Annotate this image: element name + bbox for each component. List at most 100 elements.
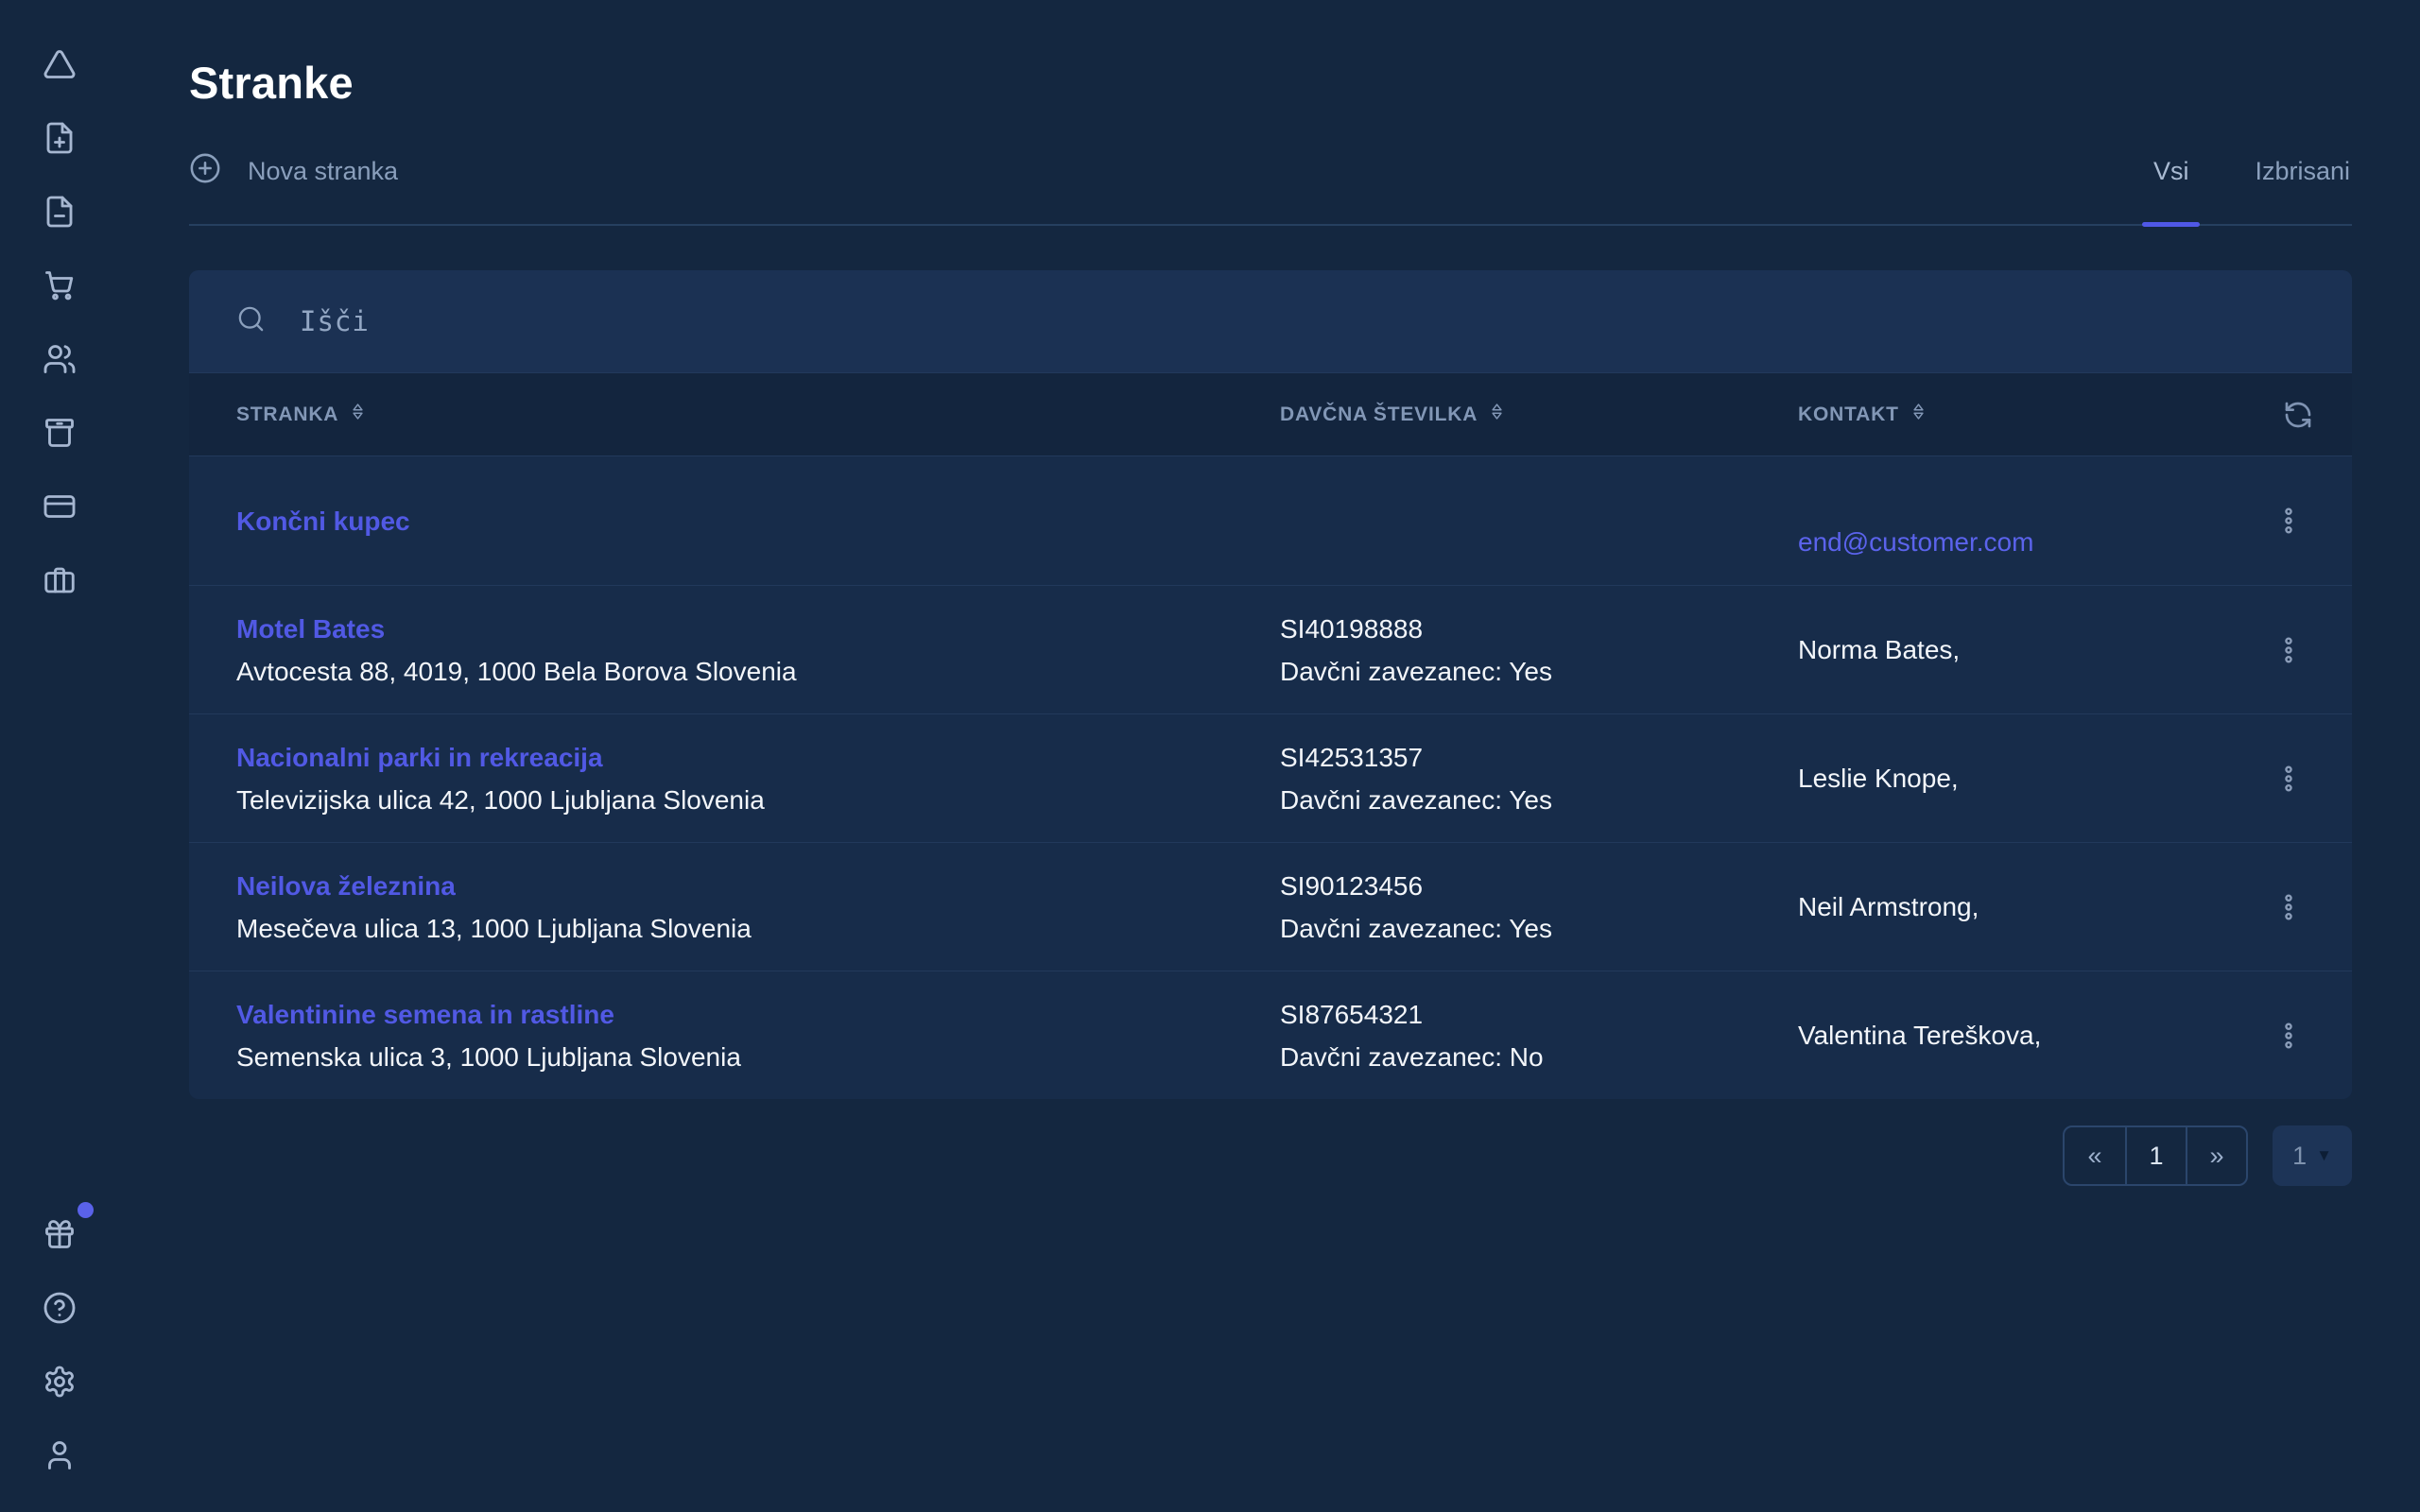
tab-vsi[interactable]: Vsi [2152, 118, 2191, 224]
sidebar-item-gift[interactable] [43, 1217, 77, 1251]
tab-bar: Vsi Izbrisani [2152, 118, 2352, 224]
customer-name-link[interactable]: Motel Bates [236, 608, 1261, 650]
refresh-icon [2283, 400, 2313, 430]
customer-address: Mesečeva ulica 13, 1000 Ljubljana Sloven… [236, 907, 1261, 950]
contact-name: Neil Armstrong, [1798, 885, 2225, 928]
tax-cell: SI40198888Davčni zavezanec: Yes [1280, 608, 1798, 693]
briefcase-icon [43, 563, 77, 597]
sidebar-item-help-circle[interactable] [43, 1291, 77, 1325]
kebab-menu-icon [2272, 504, 2306, 538]
contact-name-empty [1798, 478, 2225, 521]
tax-liable-status: Davčni zavezanec: Yes [1280, 779, 1779, 821]
contact-email-link[interactable]: end@customer.com [1798, 521, 2225, 563]
table-body: Končni kupec end@customer.com Motel Bate… [189, 456, 2352, 1099]
gift-icon [43, 1217, 77, 1251]
pagination: « 1 » 1 ▼ [189, 1125, 2352, 1186]
customer-cell: Motel BatesAvtocesta 88, 4019, 1000 Bela… [236, 608, 1280, 693]
search-input[interactable] [300, 305, 2352, 337]
refresh-button[interactable] [2283, 400, 2313, 430]
column-header-stranka-label: STRANKA [236, 404, 338, 426]
tax-number: SI87654321 [1280, 993, 1779, 1036]
previous-page-button[interactable]: « [2065, 1127, 2125, 1184]
table-row: Valentinine semena in rastlineSemenska u… [189, 971, 2352, 1099]
kebab-menu-icon [2272, 762, 2306, 796]
archive-box-icon [43, 416, 77, 450]
kebab-menu-icon [2272, 890, 2306, 924]
kebab-menu-icon [2272, 633, 2306, 667]
customer-cell: Nacionalni parki in rekreacijaTelevizijs… [236, 736, 1280, 821]
credit-card-icon [43, 490, 77, 524]
tab-vsi-label: Vsi [2153, 157, 2189, 186]
customer-cell: Valentinine semena in rastlineSemenska u… [236, 993, 1280, 1078]
sidebar-item-credit-card[interactable] [43, 490, 77, 524]
customer-name-link[interactable]: Končni kupec [236, 500, 1261, 542]
settings-gear-icon [43, 1365, 77, 1399]
customer-address: Televizijska ulica 42, 1000 Ljubljana Sl… [236, 779, 1261, 821]
contact-name: Valentina Tereškova, [1798, 1014, 2225, 1057]
row-menu-button[interactable] [2266, 1013, 2311, 1058]
tax-liable-status: Davčni zavezanec: Yes [1280, 650, 1779, 693]
contact-cell: Neil Armstrong, [1798, 885, 2244, 928]
search-icon [236, 304, 266, 338]
toolbar: Nova stranka Vsi Izbrisani [189, 118, 2352, 226]
contact-cell: end@customer.com [1798, 478, 2244, 563]
tax-liable-status: Davčni zavezanec: No [1280, 1036, 1779, 1078]
customer-cell: Končni kupec [236, 500, 1280, 542]
current-page-button[interactable]: 1 [2125, 1127, 2186, 1184]
sidebar-item-file-minus[interactable] [43, 195, 77, 229]
sidebar-item-shopping-cart[interactable] [43, 268, 77, 302]
help-circle-icon [43, 1291, 77, 1325]
sidebar-item-briefcase[interactable] [43, 563, 77, 597]
column-header-stranka[interactable]: STRANKA [236, 402, 1280, 427]
shopping-cart-icon [43, 268, 77, 302]
notification-dot [78, 1202, 94, 1218]
plus-circle-icon [189, 152, 221, 191]
sidebar-item-settings-gear[interactable] [43, 1365, 77, 1399]
customer-name-link[interactable]: Valentinine semena in rastline [236, 993, 1261, 1036]
column-header-kontakt[interactable]: KONTAKT [1798, 402, 2244, 427]
row-menu-button[interactable] [2266, 498, 2311, 543]
customer-name-link[interactable]: Neilova železnina [236, 865, 1261, 907]
table-row: Končni kupec end@customer.com [189, 456, 2352, 585]
tax-cell: SI90123456Davčni zavezanec: Yes [1280, 865, 1798, 950]
per-page-value: 1 [2292, 1142, 2307, 1171]
row-menu-button[interactable] [2266, 756, 2311, 801]
sidebar-top-icons [43, 47, 77, 597]
new-customer-label: Nova stranka [248, 157, 398, 186]
contact-cell: Valentina Tereškova, [1798, 1014, 2244, 1057]
triangle-logo-icon [43, 47, 77, 81]
next-page-button[interactable]: » [2186, 1127, 2246, 1184]
sort-icon [1487, 402, 1507, 427]
contact-cell: Norma Bates, [1798, 628, 2244, 671]
tab-izbrisani-label: Izbrisani [2255, 157, 2350, 186]
customer-address: Avtocesta 88, 4019, 1000 Bela Borova Slo… [236, 650, 1261, 693]
customer-address: Semenska ulica 3, 1000 Ljubljana Sloveni… [236, 1036, 1261, 1078]
per-page-dropdown[interactable]: 1 ▼ [2273, 1125, 2352, 1186]
sidebar-item-user-profile[interactable] [43, 1438, 77, 1472]
users-icon [43, 342, 77, 376]
tax-cell: SI42531357Davčni zavezanec: Yes [1280, 736, 1798, 821]
search-bar [189, 270, 2352, 372]
sidebar-item-file-plus[interactable] [43, 121, 77, 155]
tax-number: SI40198888 [1280, 608, 1779, 650]
main-content: Stranke Nova stranka Vsi Izbrisani STRAN… [189, 0, 2352, 1186]
row-menu-button[interactable] [2266, 627, 2311, 673]
tax-number: SI42531357 [1280, 736, 1779, 779]
contact-name: Leslie Knope, [1798, 757, 2225, 799]
file-minus-icon [43, 195, 77, 229]
sidebar-item-archive-box[interactable] [43, 416, 77, 450]
column-header-kontakt-label: KONTAKT [1798, 404, 1899, 426]
sidebar [0, 0, 119, 1512]
column-header-davcna-stevilka[interactable]: DAVČNA ŠTEVILKA [1280, 402, 1798, 427]
sidebar-item-users[interactable] [43, 342, 77, 376]
table-row: Motel BatesAvtocesta 88, 4019, 1000 Bela… [189, 585, 2352, 713]
new-customer-button[interactable]: Nova stranka [189, 152, 398, 191]
customer-name-link[interactable]: Nacionalni parki in rekreacija [236, 736, 1261, 779]
sidebar-item-triangle-logo[interactable] [43, 47, 77, 81]
row-menu-button[interactable] [2266, 885, 2311, 930]
customer-cell: Neilova železninaMesečeva ulica 13, 1000… [236, 865, 1280, 950]
sort-icon [1909, 402, 1928, 427]
table-header-row: STRANKA DAVČNA ŠTEVILKA KONTAKT [189, 372, 2352, 456]
tab-izbrisani[interactable]: Izbrisani [2253, 118, 2352, 224]
customers-card: STRANKA DAVČNA ŠTEVILKA KONTAKT Končni k… [189, 270, 2352, 1099]
